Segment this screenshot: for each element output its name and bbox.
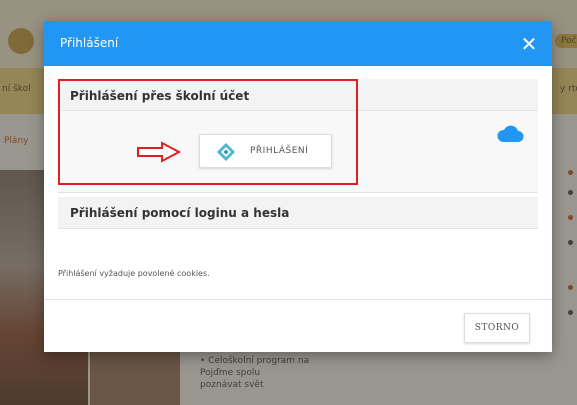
login-dialog: Přihlášení ✕ Přihlášení přes školní účet… xyxy=(44,21,552,352)
cloud-icon xyxy=(497,125,524,142)
arrow-right-icon xyxy=(137,141,182,163)
school-login-button[interactable]: PŘIHLÁŠENÍ xyxy=(199,134,332,168)
highlight-frame xyxy=(58,79,358,185)
cancel-button[interactable]: STORNO xyxy=(464,313,530,343)
dialog-header: Přihlášení ✕ xyxy=(44,21,552,66)
login-password-section[interactable]: Přihlášení pomocí loginu a hesla xyxy=(58,197,538,229)
school-login-button-label: PŘIHLÁŠENÍ xyxy=(250,146,309,156)
close-icon[interactable]: ✕ xyxy=(514,29,544,59)
login-password-section-title: Přihlášení pomocí loginu a hesla xyxy=(70,206,290,220)
dialog-title: Přihlášení xyxy=(60,36,119,50)
diamond-logo-icon xyxy=(217,143,235,161)
cookies-note: Přihlášení vyžaduje povolené cookies. xyxy=(58,269,210,278)
footer-divider xyxy=(44,299,552,300)
